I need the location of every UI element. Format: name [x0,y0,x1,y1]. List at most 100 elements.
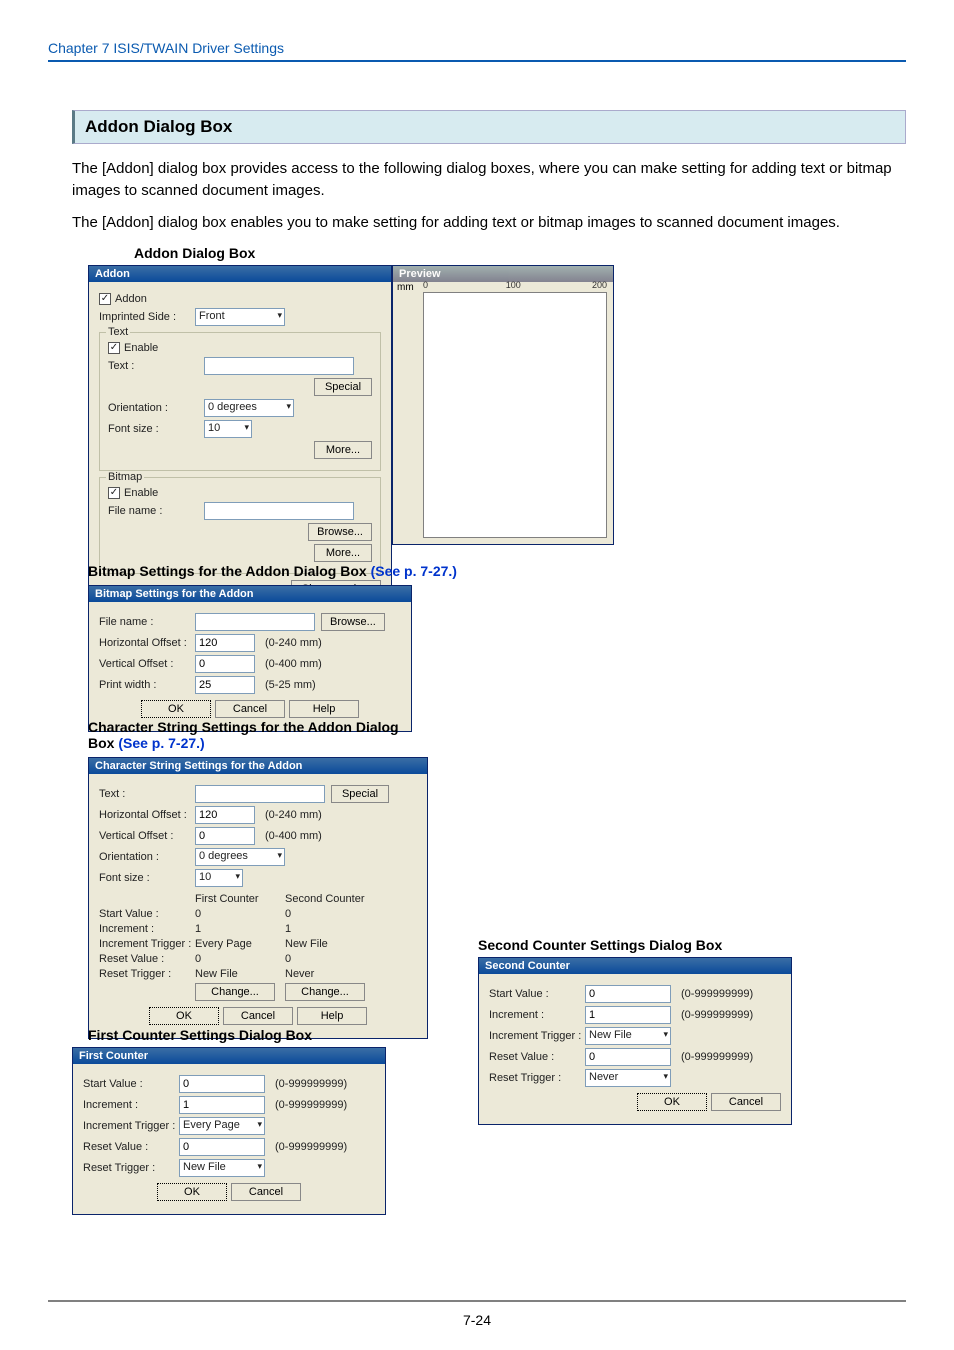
bitmap-enable-label: Enable [124,487,158,499]
c-help-button[interactable]: Help [297,1007,367,1025]
browse-button[interactable]: Browse... [308,523,372,541]
special-button[interactable]: Special [314,378,372,396]
c-rv-1: 0 [195,953,285,965]
c-voff-label: Vertical Offset : [99,830,195,842]
text-enable-label: Enable [124,342,158,354]
b-filename-label: File name : [99,616,195,628]
c-inc-1: 1 [195,923,285,935]
ctr2-rt-label: Reset Trigger : [489,1072,585,1084]
ctr1-it-label: Increment Trigger : [83,1120,179,1132]
bitmap-dlg-title: Bitmap Settings for the Addon [95,588,253,600]
b-filename-input[interactable] [195,613,315,631]
chapter-header: Chapter 7 ISIS/TWAIN Driver Settings [48,40,906,62]
ctr2-ok-button[interactable]: OK [637,1093,707,1111]
text-enable-checkbox[interactable]: ✓ [108,342,120,354]
ctr1-rt-select[interactable]: New File [179,1159,265,1177]
c-special-button[interactable]: Special [331,785,389,803]
c-orient-label: Orientation : [99,851,195,863]
ctr2-title: Second Counter [485,960,570,972]
text-input[interactable] [204,357,354,375]
b-voff-input[interactable] [195,655,255,673]
ctr2-rv-input[interactable] [585,1048,671,1066]
b-voff-label: Vertical Offset : [99,658,195,670]
c-cancel-button[interactable]: Cancel [223,1007,293,1025]
c-rt-1: New File [195,968,285,980]
ctr1-sv-input[interactable] [179,1075,265,1093]
c-rt-2: Never [285,968,375,980]
filename-input[interactable] [204,502,354,520]
imprinted-side-label: Imprinted Side : [99,311,195,323]
c-text-label: Text : [99,788,195,800]
addon-heading: Addon Dialog Box [134,245,906,261]
b-help-button[interactable]: Help [289,700,359,718]
c-font-label: Font size : [99,872,195,884]
c-text-input[interactable] [195,785,325,803]
ctr1-title: First Counter [79,1050,148,1062]
addon-checkbox[interactable]: ✓ [99,293,111,305]
charstr-dialog: Character String Settings for the Addon … [88,757,428,1039]
ctr1-inc-label: Increment : [83,1099,179,1111]
ctr1-ok-button[interactable]: OK [157,1183,227,1201]
bitmap-more-button[interactable]: More... [314,544,372,562]
imprinted-side-select[interactable]: Front [195,308,285,326]
preview-window: Preview mm 0 100 200 [392,265,614,545]
bitmap-group-label: Bitmap [106,471,144,483]
c-sv-label: Start Value : [99,908,195,920]
c-orient-select[interactable]: 0 degrees [195,848,285,866]
b-cancel-button[interactable]: Cancel [215,700,285,718]
c-change-1-button[interactable]: Change... [195,983,275,1001]
b-hoff-label: Horizontal Offset : [99,637,195,649]
b-browse-button[interactable]: Browse... [321,613,385,631]
bitmap-enable-checkbox[interactable]: ✓ [108,487,120,499]
ctr2-inc-range: (0-999999999) [681,1009,753,1021]
b-ok-button[interactable]: OK [141,700,211,718]
c-rv-label: Reset Value : [99,953,195,965]
b-hoff-input[interactable] [195,634,255,652]
c-font-select[interactable]: 10 [195,869,243,887]
text-more-button[interactable]: More... [314,441,372,459]
b-width-input[interactable] [195,676,255,694]
c-hoff-label: Horizontal Offset : [99,809,195,821]
ctr1-inc-input[interactable] [179,1096,265,1114]
c-change-2-button[interactable]: Change... [285,983,365,1001]
filename-label: File name : [108,505,204,517]
c-first-counter-head: First Counter [195,893,285,905]
c-sv-2: 0 [285,908,375,920]
ctr2-rt-select[interactable]: Never [585,1069,671,1087]
bitmap-settings-dialog: Bitmap Settings for the Addon File name … [88,585,412,732]
c-rt-label: Reset Trigger : [99,968,195,980]
c-it-1: Every Page [195,938,285,950]
ctr1-sv-range: (0-999999999) [275,1078,347,1090]
second-counter-heading: Second Counter Settings Dialog Box [478,937,722,953]
c-it-label: Increment Trigger : [99,938,195,950]
c-ok-button[interactable]: OK [149,1007,219,1025]
ctr1-rv-label: Reset Value : [83,1141,179,1153]
text-label: Text : [108,360,204,372]
section-title: Addon Dialog Box [72,110,906,144]
ruler-vertical [411,292,423,538]
ctr1-cancel-button[interactable]: Cancel [231,1183,301,1201]
addon-label: Addon [115,293,147,305]
ctr2-rv-label: Reset Value : [489,1051,585,1063]
footer-rule [48,1300,906,1302]
ctr2-cancel-button[interactable]: Cancel [711,1093,781,1111]
b-hoff-range: (0-240 mm) [265,637,322,649]
c-hoff-input[interactable] [195,806,255,824]
c-voff-input[interactable] [195,827,255,845]
b-voff-range: (0-400 mm) [265,658,322,670]
orientation-select[interactable]: 0 degrees [204,399,294,417]
tick-0: 0 [423,280,428,290]
ctr2-sv-range: (0-999999999) [681,988,753,1000]
page-number: 7-24 [0,1312,954,1328]
ctr2-sv-input[interactable] [585,985,671,1003]
ctr1-rv-input[interactable] [179,1138,265,1156]
c-rv-2: 0 [285,953,375,965]
ctr2-inc-input[interactable] [585,1006,671,1024]
c-sv-1: 0 [195,908,285,920]
ctr2-it-label: Increment Trigger : [489,1030,585,1042]
c-inc-label: Increment : [99,923,195,935]
ctr2-it-select[interactable]: New File [585,1027,671,1045]
c-inc-2: 1 [285,923,375,935]
font-select[interactable]: 10 [204,420,252,438]
ctr1-it-select[interactable]: Every Page [179,1117,265,1135]
